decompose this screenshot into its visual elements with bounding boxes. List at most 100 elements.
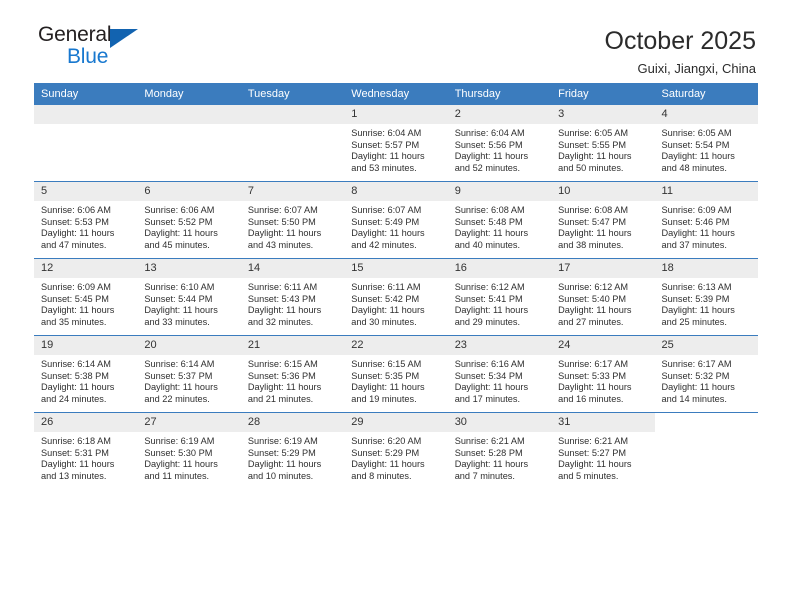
sunset-text: Sunset: 5:39 PM — [661, 293, 730, 304]
day-cell-content: 19 Sunrise: 6:14 AM Sunset: 5:38 PM Dayligh… — [34, 336, 138, 412]
calendar-day-cell[interactable]: 31 Sunrise: 6:21 AM Sunset: 5:27 PM Dayligh… — [551, 412, 655, 489]
sunset-text: Sunset: 5:40 PM — [558, 293, 627, 304]
day-cell-content: 30 Sunrise: 6:21 AM Sunset: 5:28 PM Dayligh… — [447, 413, 552, 489]
day-number: 12 — [34, 259, 138, 278]
calendar-grid: Sunday Monday Tuesday Wednesday Thursday… — [34, 83, 758, 489]
daylight-text-line1: Daylight: 11 hours — [558, 382, 632, 393]
day-cell-content: 16 Sunrise: 6:12 AM Sunset: 5:41 PM Dayligh… — [447, 259, 552, 335]
daylight-text-line1: Daylight: 11 hours — [144, 459, 218, 470]
calendar-day-cell[interactable]: 29 Sunrise: 6:20 AM Sunset: 5:29 PM Dayligh… — [344, 412, 448, 489]
sunrise-text: Sunrise: 6:16 AM — [454, 359, 525, 369]
day-cell-content: 4 Sunrise: 6:05 AM Sunset: 5:54 PM Daylight… — [654, 105, 758, 181]
sunset-text: Sunset: 5:53 PM — [41, 216, 109, 227]
calendar-day-cell[interactable]: 12 Sunrise: 6:09 AM Sunset: 5:45 PM Dayligh… — [34, 258, 138, 336]
calendar-day-cell[interactable]: 8 Sunrise: 6:07 AM Sunset: 5:49 PM Daylight… — [344, 181, 448, 259]
daylight-text-line2: and 47 minutes. — [41, 239, 107, 250]
general-blue-logo[interactable]: General Blue — [38, 23, 158, 71]
calendar-day-cell[interactable]: 6 Sunrise: 6:06 AM Sunset: 5:52 PM Daylight… — [137, 181, 241, 259]
sun-info: Sunrise: 6:04 AM Sunset: 5:57 PM Daylight:… — [344, 124, 447, 174]
calendar-day-cell[interactable]: 26 Sunrise: 6:18 AM Sunset: 5:31 PM Dayligh… — [34, 412, 138, 489]
daylight-text-line1: Daylight: 11 hours — [144, 382, 218, 393]
sun-info: Sunrise: 6:16 AM Sunset: 5:34 PM Daylight:… — [448, 355, 551, 405]
calendar-day-cell[interactable]: 18 Sunrise: 6:13 AM Sunset: 5:39 PM Dayligh… — [654, 258, 758, 336]
weekday-header-sunday: Sunday — [34, 83, 138, 105]
calendar-day-cell[interactable]: 21 Sunrise: 6:15 AM Sunset: 5:36 PM Dayligh… — [240, 335, 345, 413]
day-number: 26 — [34, 413, 138, 432]
day-number: 20 — [137, 336, 241, 355]
weekday-header-wednesday: Wednesday — [344, 83, 448, 105]
sun-info: Sunrise: 6:08 AM Sunset: 5:47 PM Daylight:… — [551, 201, 654, 251]
day-cell-content: 17 Sunrise: 6:12 AM Sunset: 5:40 PM Dayligh… — [551, 259, 655, 335]
sunset-text: Sunset: 5:34 PM — [454, 370, 523, 381]
calendar-day-cell[interactable]: 16 Sunrise: 6:12 AM Sunset: 5:41 PM Dayligh… — [447, 258, 552, 336]
day-number: 7 — [240, 182, 345, 201]
sunrise-text: Sunrise: 6:13 AM — [661, 282, 732, 292]
calendar-day-cell[interactable]: 5 Sunrise: 6:06 AM Sunset: 5:53 PM Daylight… — [34, 181, 138, 259]
daylight-text-line1: Daylight: 11 hours — [558, 459, 632, 470]
sunset-text: Sunset: 5:49 PM — [351, 216, 420, 227]
daylight-text-line1: Daylight: 11 hours — [454, 151, 529, 162]
calendar-day-cell[interactable]: 27 Sunrise: 6:19 AM Sunset: 5:30 PM Dayligh… — [137, 412, 241, 489]
daylight-text-line2: and 16 minutes. — [558, 393, 624, 404]
sun-info: Sunrise: 6:20 AM Sunset: 5:29 PM Daylight:… — [344, 432, 447, 482]
day-cell-content: 27 Sunrise: 6:19 AM Sunset: 5:30 PM Dayligh… — [137, 413, 241, 489]
calendar-day-cell[interactable]: 9 Sunrise: 6:08 AM Sunset: 5:48 PM Daylight… — [447, 181, 552, 259]
day-number: 16 — [447, 259, 552, 278]
day-number: 9 — [447, 182, 552, 201]
calendar-day-cell[interactable]: 22 Sunrise: 6:15 AM Sunset: 5:35 PM Dayligh… — [344, 335, 448, 413]
sunrise-text: Sunrise: 6:19 AM — [144, 436, 215, 446]
sunset-text: Sunset: 5:55 PM — [558, 139, 627, 150]
calendar-day-cell[interactable]: 20 Sunrise: 6:14 AM Sunset: 5:37 PM Dayligh… — [137, 335, 241, 413]
day-cell-content: 10 Sunrise: 6:08 AM Sunset: 5:47 PM Dayligh… — [551, 182, 655, 258]
daylight-text-line2: and 21 minutes. — [247, 393, 314, 404]
sun-info: Sunrise: 6:11 AM Sunset: 5:43 PM Daylight:… — [241, 278, 344, 328]
day-cell-content: 21 Sunrise: 6:15 AM Sunset: 5:36 PM Dayligh… — [240, 336, 345, 412]
sunrise-text: Sunrise: 6:05 AM — [661, 128, 732, 138]
daylight-text-line1: Daylight: 11 hours — [661, 228, 735, 239]
calendar-day-cell[interactable]: 23 Sunrise: 6:16 AM Sunset: 5:34 PM Dayligh… — [447, 335, 552, 413]
calendar-day-cell — [654, 412, 758, 489]
day-cell-content: 3 Sunrise: 6:05 AM Sunset: 5:55 PM Daylight… — [551, 105, 655, 181]
day-cell-content: 1 Sunrise: 6:04 AM Sunset: 5:57 PM Daylight… — [344, 105, 448, 181]
day-number: 19 — [34, 336, 138, 355]
sunset-text: Sunset: 5:35 PM — [351, 370, 420, 381]
day-number: 13 — [137, 259, 241, 278]
day-number: 1 — [344, 105, 448, 124]
calendar-day-cell[interactable]: 13 Sunrise: 6:10 AM Sunset: 5:44 PM Dayligh… — [137, 258, 241, 336]
calendar-day-cell[interactable]: 24 Sunrise: 6:17 AM Sunset: 5:33 PM Dayligh… — [551, 335, 655, 413]
calendar-day-cell[interactable]: 4 Sunrise: 6:05 AM Sunset: 5:54 PM Daylight… — [654, 105, 758, 182]
calendar-day-cell[interactable]: 3 Sunrise: 6:05 AM Sunset: 5:55 PM Daylight… — [551, 105, 655, 182]
calendar-day-cell[interactable]: 1 Sunrise: 6:04 AM Sunset: 5:57 PM Daylight… — [344, 105, 448, 182]
sun-info: Sunrise: 6:12 AM Sunset: 5:40 PM Daylight:… — [551, 278, 654, 328]
calendar-day-cell[interactable]: 25 Sunrise: 6:17 AM Sunset: 5:32 PM Dayligh… — [654, 335, 758, 413]
day-cell-content: 24 Sunrise: 6:17 AM Sunset: 5:33 PM Dayligh… — [551, 336, 655, 412]
day-number: 31 — [551, 413, 655, 432]
sunrise-text: Sunrise: 6:12 AM — [558, 282, 629, 292]
calendar-day-cell[interactable]: 15 Sunrise: 6:11 AM Sunset: 5:42 PM Dayligh… — [344, 258, 448, 336]
daylight-text-line2: and 53 minutes. — [351, 162, 417, 173]
sun-info: Sunrise: 6:05 AM Sunset: 5:54 PM Daylight:… — [655, 124, 758, 174]
sun-info: Sunrise: 6:12 AM Sunset: 5:41 PM Daylight:… — [448, 278, 551, 328]
daylight-text-line1: Daylight: 11 hours — [41, 228, 115, 239]
sunset-text: Sunset: 5:27 PM — [558, 447, 627, 458]
day-number: 29 — [344, 413, 448, 432]
calendar-day-cell[interactable]: 28 Sunrise: 6:19 AM Sunset: 5:29 PM Dayligh… — [240, 412, 345, 489]
calendar-body: 1 Sunrise: 6:04 AM Sunset: 5:57 PM Daylight… — [34, 105, 758, 489]
calendar-day-cell[interactable]: 17 Sunrise: 6:12 AM Sunset: 5:40 PM Dayligh… — [551, 258, 655, 336]
calendar-day-cell[interactable]: 14 Sunrise: 6:11 AM Sunset: 5:43 PM Dayligh… — [240, 258, 345, 336]
calendar-day-cell[interactable]: 30 Sunrise: 6:21 AM Sunset: 5:28 PM Dayligh… — [447, 412, 552, 489]
calendar-day-cell[interactable]: 10 Sunrise: 6:08 AM Sunset: 5:47 PM Dayligh… — [551, 181, 655, 259]
calendar-day-cell[interactable]: 2 Sunrise: 6:04 AM Sunset: 5:56 PM Daylight… — [447, 105, 552, 182]
daylight-text-line1: Daylight: 11 hours — [351, 459, 425, 470]
sun-info: Sunrise: 6:17 AM Sunset: 5:32 PM Daylight:… — [655, 355, 758, 405]
calendar-day-cell[interactable]: 7 Sunrise: 6:07 AM Sunset: 5:50 PM Daylight… — [240, 181, 345, 259]
calendar-day-cell[interactable]: 11 Sunrise: 6:09 AM Sunset: 5:46 PM Dayligh… — [654, 181, 758, 259]
daylight-text-line2: and 14 minutes. — [661, 393, 727, 404]
sunset-text: Sunset: 5:50 PM — [247, 216, 316, 227]
sunset-text: Sunset: 5:46 PM — [661, 216, 730, 227]
sunrise-text: Sunrise: 6:11 AM — [351, 282, 421, 292]
page-header: General Blue October 2025 Guixi, Jiangxi… — [34, 0, 758, 83]
calendar-day-cell[interactable]: 19 Sunrise: 6:14 AM Sunset: 5:38 PM Dayligh… — [34, 335, 138, 413]
daylight-text-line1: Daylight: 11 hours — [558, 151, 632, 162]
sun-info: Sunrise: 6:07 AM Sunset: 5:49 PM Daylight:… — [344, 201, 447, 251]
